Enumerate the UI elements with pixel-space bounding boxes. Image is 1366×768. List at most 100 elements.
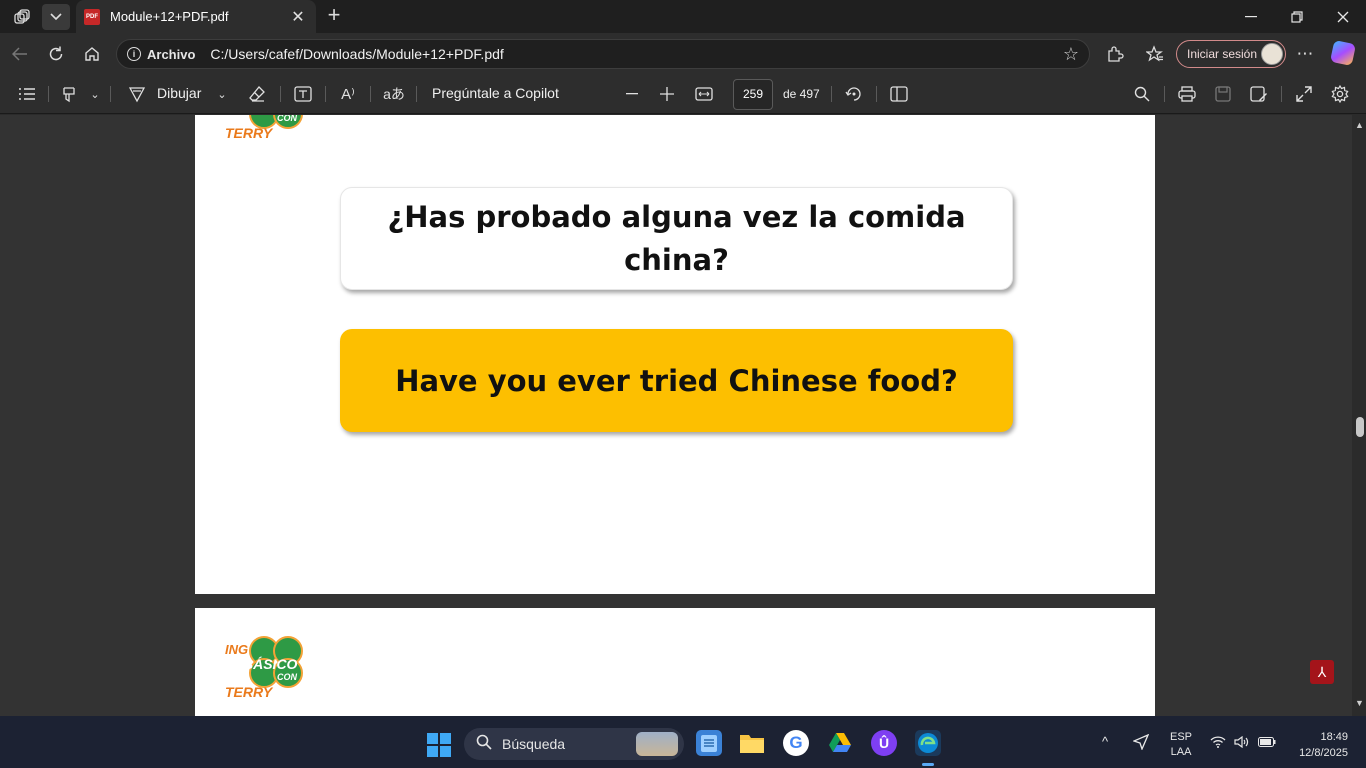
eraser-icon[interactable] <box>246 83 268 105</box>
pdf-viewer[interactable]: ING BÁSICO CON TERRY ¿Has probado alguna… <box>0 115 1366 716</box>
divider <box>1164 86 1165 102</box>
favorites-icon[interactable] <box>1142 41 1168 67</box>
purple-app-icon[interactable]: Û <box>871 730 897 756</box>
add-text-icon[interactable] <box>292 83 314 105</box>
pdf-toolbar: ⌄ Dibujar ⌄ A⁾ aあ Pregúntale a Copilot 2… <box>0 74 1366 114</box>
search-highlight-image <box>636 732 678 756</box>
avatar <box>1261 43 1283 65</box>
scrollbar-thumb[interactable] <box>1356 417 1364 437</box>
divider <box>48 86 49 102</box>
divider <box>1281 86 1282 102</box>
back-icon[interactable] <box>7 41 33 67</box>
fullscreen-icon[interactable] <box>1293 83 1315 105</box>
signin-button[interactable]: Iniciar sesión <box>1176 40 1286 68</box>
pdf-icon: PDF <box>84 8 100 25</box>
search-icon <box>476 734 492 754</box>
tab-title: Module+12+PDF.pdf <box>110 9 229 24</box>
language-code: ESP <box>1170 731 1193 743</box>
language-indicator[interactable]: ESP LAA <box>1170 730 1192 760</box>
divider <box>876 86 877 102</box>
ask-copilot-button[interactable]: Pregúntale a Copilot <box>432 85 559 101</box>
wifi-icon[interactable] <box>1210 736 1226 751</box>
divider <box>280 86 281 102</box>
draw-icon[interactable] <box>126 83 148 105</box>
logo-basico: BÁSICO <box>243 656 298 672</box>
clock-time: 18:49 <box>1320 731 1348 743</box>
page-number-input[interactable]: 259 <box>733 79 773 110</box>
table-of-contents-icon[interactable] <box>16 83 38 105</box>
new-tab-button[interactable]: + <box>322 4 346 28</box>
pdf-page-260: ING BÁSICO CON TERRY <box>195 608 1155 716</box>
page-view-icon[interactable] <box>888 83 910 105</box>
divider <box>831 86 832 102</box>
restore-icon[interactable] <box>1274 0 1320 33</box>
close-tab-icon[interactable]: ✕ <box>288 7 308 27</box>
google-chrome-icon[interactable]: G <box>783 730 809 756</box>
location-icon[interactable] <box>1132 733 1150 753</box>
title-bar: PDF Module+12+PDF.pdf ✕ + <box>0 0 1366 33</box>
fit-to-page-icon[interactable] <box>694 83 714 105</box>
clock[interactable]: 18:49 12/8/2025 <box>1290 729 1348 761</box>
english-question-card: Have you ever tried Chinese food? <box>340 329 1013 432</box>
logo-con: CON <box>277 672 297 682</box>
divider <box>325 86 326 102</box>
logo-con: CON <box>277 115 297 123</box>
spanish-question-card: ¿Has probado alguna vez la comida china? <box>340 187 1013 290</box>
scroll-down-arrow-icon[interactable]: ▼ <box>1355 698 1364 708</box>
scheme-label: Archivo <box>147 46 196 62</box>
tab-pdf[interactable]: PDF Module+12+PDF.pdf ✕ <box>76 0 316 33</box>
show-hidden-icons-chevron-icon[interactable]: ^ <box>1102 734 1108 749</box>
more-options-icon[interactable]: ⋯ <box>1292 41 1318 67</box>
copilot-icon[interactable] <box>1329 39 1357 67</box>
close-window-icon[interactable] <box>1320 0 1366 33</box>
google-drive-icon[interactable] <box>827 730 853 756</box>
favorite-star-icon[interactable]: ☆ <box>1063 44 1079 65</box>
print-icon[interactable] <box>1176 83 1198 105</box>
tab-actions-chevron-icon[interactable] <box>42 4 70 30</box>
rotate-icon[interactable] <box>843 83 865 105</box>
pdf-page-259: ING BÁSICO CON TERRY ¿Has probado alguna… <box>195 115 1155 594</box>
battery-icon[interactable] <box>1258 737 1276 750</box>
search-icon[interactable] <box>1131 83 1153 105</box>
save-as-icon[interactable] <box>1248 83 1270 105</box>
refresh-icon[interactable] <box>43 41 69 67</box>
edge-browser-icon[interactable] <box>915 730 941 766</box>
acrobat-icon[interactable]: ⅄ <box>1310 660 1334 684</box>
home-icon[interactable] <box>79 41 105 67</box>
extensions-icon[interactable] <box>1102 41 1128 67</box>
vertical-scrollbar[interactable]: ▲ ▼ <box>1352 115 1366 716</box>
zoom-in-icon[interactable] <box>657 83 677 105</box>
save-icon[interactable] <box>1212 83 1234 105</box>
clock-date: 12/8/2025 <box>1299 747 1348 759</box>
file-explorer-icon[interactable] <box>739 730 765 756</box>
logo: ING BÁSICO CON TERRY <box>225 634 315 704</box>
signin-label: Iniciar sesión <box>1187 47 1258 61</box>
windows-start-icon[interactable] <box>427 733 451 757</box>
settings-gear-icon[interactable] <box>1329 83 1351 105</box>
workspaces-icon[interactable] <box>8 4 36 30</box>
site-info-icon[interactable]: i <box>127 47 141 61</box>
translate-icon[interactable]: aあ <box>382 83 406 105</box>
english-question-text: Have you ever tried Chinese food? <box>395 363 958 398</box>
notepad-icon[interactable] <box>696 730 722 756</box>
taskbar-search-input[interactable]: Búsqueda <box>464 728 684 760</box>
address-input[interactable]: i Archivo C:/Users/cafef/Downloads/Modul… <box>116 39 1090 69</box>
logo-terry: TERRY <box>225 684 273 700</box>
page-total: de 497 <box>783 87 820 101</box>
keyboard-layout: LAA <box>1170 746 1192 758</box>
minimize-icon[interactable] <box>1228 0 1274 33</box>
address-bar: i Archivo C:/Users/cafef/Downloads/Modul… <box>0 33 1366 74</box>
draw-chevron-down-icon[interactable]: ⌄ <box>215 83 229 105</box>
spanish-question-text: ¿Has probado alguna vez la comida china? <box>387 199 966 277</box>
taskbar: Búsqueda G Û ^ ESP LAA 18:49 12/8/2025 <box>0 716 1366 768</box>
read-aloud-icon[interactable]: A⁾ <box>337 83 359 105</box>
highlight-chevron-down-icon[interactable]: ⌄ <box>88 83 102 105</box>
volume-icon[interactable] <box>1234 735 1250 751</box>
scroll-up-arrow-icon[interactable]: ▲ <box>1355 120 1364 130</box>
url-text[interactable]: C:/Users/cafef/Downloads/Module+12+PDF.p… <box>210 46 1062 62</box>
logo-ing: ING <box>225 642 249 657</box>
divider <box>416 86 417 102</box>
highlight-icon[interactable] <box>58 83 80 105</box>
draw-button[interactable]: Dibujar <box>157 85 201 101</box>
zoom-out-icon[interactable] <box>622 83 642 105</box>
